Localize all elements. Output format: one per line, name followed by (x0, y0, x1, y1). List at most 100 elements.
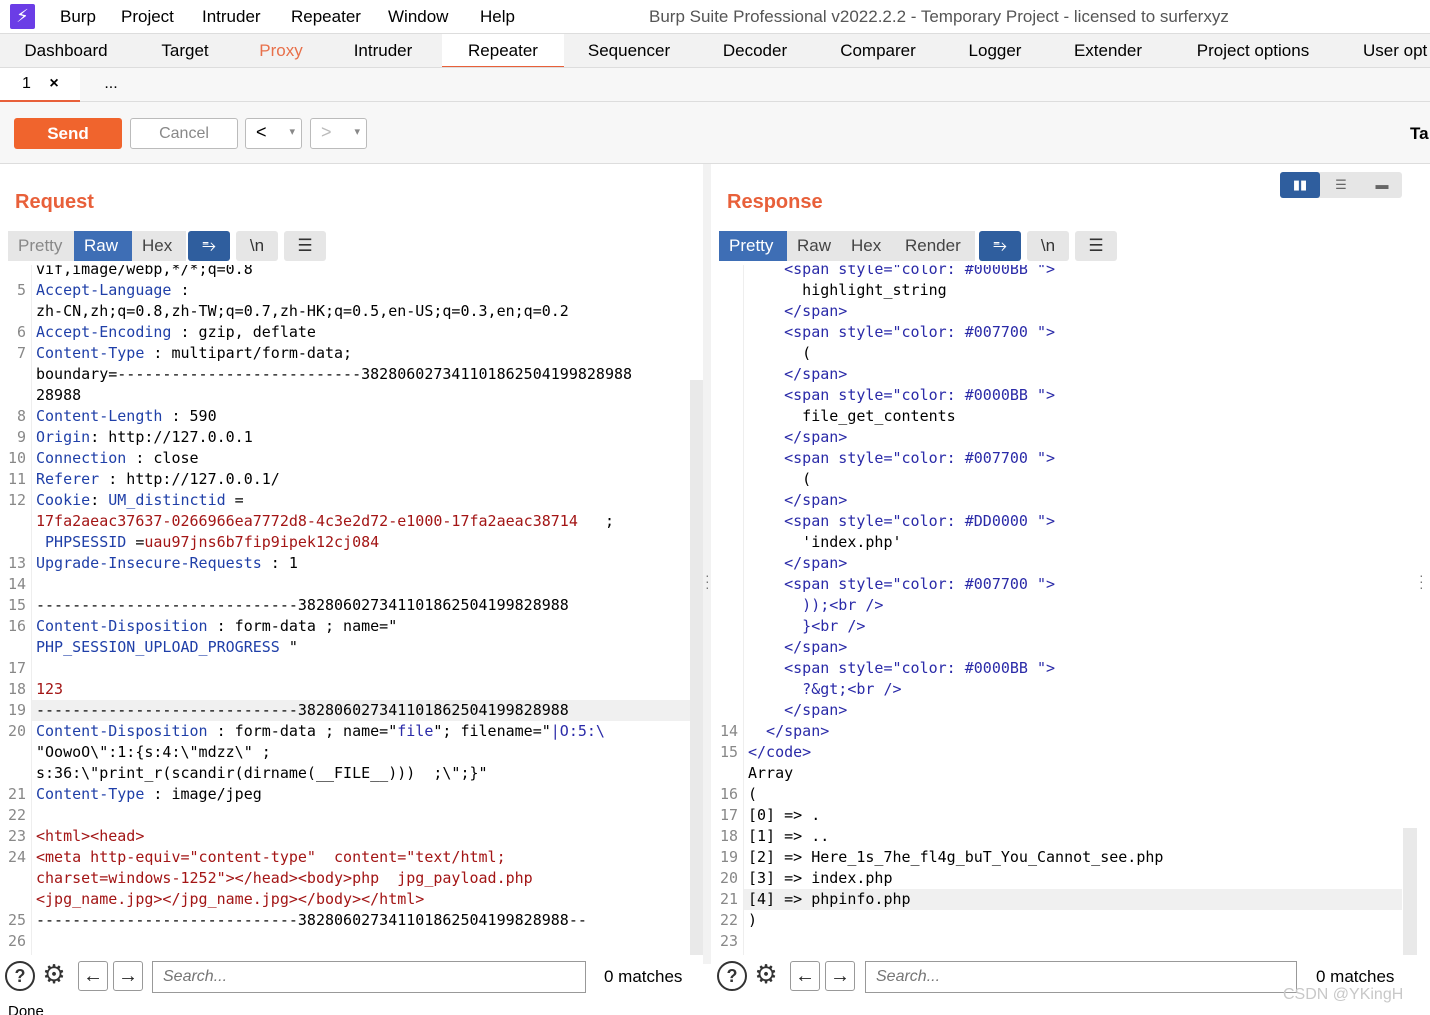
tab-dashboard[interactable]: Dashboard (0, 34, 132, 67)
tab-target[interactable]: Target (132, 34, 238, 67)
line-number: 12 (7, 491, 26, 509)
code-line: charset=windows-1252"></head><body>php j… (36, 868, 533, 889)
request-tab-pretty[interactable]: Pretty (8, 231, 74, 261)
code-token: 28988 (36, 386, 82, 404)
menu-intruder[interactable]: Intruder (202, 7, 261, 27)
menu-burp[interactable]: Burp (60, 7, 96, 27)
target-label[interactable]: Ta (1410, 124, 1429, 144)
code-token: ( (748, 470, 812, 488)
wrap-icon[interactable]: ⥱ (979, 231, 1021, 261)
request-scrollbar[interactable] (690, 380, 704, 955)
help-icon[interactable]: ? (717, 961, 747, 991)
response-tab-raw[interactable]: Raw (787, 231, 841, 261)
cancel-button[interactable]: Cancel (130, 118, 238, 149)
code-line: [2] => Here_1s_7he_fl4g_buT_You_Cannot_s… (748, 847, 1163, 868)
code-token: Content-Disposition (36, 617, 208, 635)
line-number (712, 364, 738, 385)
line-number: 18 (719, 827, 738, 845)
menu-icon[interactable]: ☰ (284, 231, 326, 261)
code-line: </span> (748, 301, 847, 322)
tab-user-options[interactable]: User opt (1363, 34, 1430, 67)
tab-logger[interactable]: Logger (940, 34, 1050, 67)
newline-icon[interactable]: \n (1027, 231, 1069, 261)
next-match-button[interactable]: → (825, 961, 855, 991)
line-number (0, 511, 26, 532)
layout-stacked-icon[interactable]: ☰ (1321, 172, 1361, 198)
tab-repeater[interactable]: Repeater (442, 34, 564, 67)
tab-comparer[interactable]: Comparer (816, 34, 940, 67)
code-line: -----------------------------38280602734… (36, 595, 569, 616)
prev-match-button[interactable]: ← (78, 961, 108, 991)
line-number: 7 (16, 344, 26, 362)
repeater-tab-1[interactable]: 1 × (0, 68, 80, 102)
code-token: <span style="color: #007700 "> (748, 449, 1056, 467)
response-search-input[interactable] (865, 961, 1297, 993)
drag-handle-icon[interactable]: · · · (705, 568, 710, 594)
next-match-button[interactable]: → (113, 961, 143, 991)
prev-match-button[interactable]: ← (790, 961, 820, 991)
back-button[interactable]: < ▾ (245, 118, 302, 149)
code-line: Accept-Encoding : gzip, deflate (36, 322, 316, 343)
tab-sequencer[interactable]: Sequencer (564, 34, 694, 67)
layout-side-by-side-icon[interactable]: ▮▮ (1280, 172, 1320, 198)
code-line: [3] => index.php (748, 868, 893, 889)
menu-icon[interactable]: ☰ (1075, 231, 1117, 261)
tab-project-options[interactable]: Project options (1166, 34, 1340, 67)
chevron-down-icon[interactable]: ▾ (289, 125, 295, 138)
tab-intruder[interactable]: Intruder (324, 34, 442, 67)
response-tab-hex[interactable]: Hex (841, 231, 895, 261)
code-token: Origin (36, 428, 91, 446)
wrap-icon[interactable]: ⥱ (188, 231, 230, 261)
tab-decoder[interactable]: Decoder (694, 34, 816, 67)
line-number: 15 (719, 743, 738, 761)
drag-handle-icon[interactable]: · · · (1419, 568, 1424, 594)
code-token: "; filename=" (433, 722, 551, 740)
gear-icon[interactable]: ⚙ (751, 961, 781, 991)
line-number: 20 (7, 722, 26, 740)
code-token: <span style="color: #007700 "> (748, 575, 1056, 593)
code-line: PHP_SESSION_UPLOAD_PROGRESS " (36, 637, 298, 658)
forward-button[interactable]: > ▾ (310, 118, 367, 149)
menu-help[interactable]: Help (480, 7, 515, 27)
response-tab-pretty[interactable]: Pretty (719, 231, 787, 261)
line-number (0, 742, 26, 763)
code-line: <meta http-equiv="content-type" content=… (36, 847, 506, 868)
chevron-down-icon[interactable]: ▾ (354, 125, 360, 138)
menu-project[interactable]: Project (121, 7, 174, 27)
code-token: : 1 (261, 554, 298, 572)
new-tab-button[interactable]: ... (80, 68, 142, 102)
response-tab-render[interactable]: Render (895, 231, 975, 261)
menu-window[interactable]: Window (388, 7, 448, 27)
line-number (712, 532, 738, 553)
code-line: <span style="color: #007700 "> (748, 574, 1055, 595)
layout-tabs-icon[interactable]: ▬ (1362, 172, 1402, 198)
response-editor[interactable]: <span style="color: #0000BB "> highlight… (712, 265, 1402, 955)
code-token: : (171, 281, 190, 299)
code-line: zh-CN,zh;q=0.8,zh-TW;q=0.7,zh-HK;q=0.5,e… (36, 301, 569, 322)
request-search-input[interactable] (152, 961, 586, 993)
code-token: Cookie (36, 491, 91, 509)
response-view-bar: Pretty Raw Hex Render ⥱ \n ☰ (719, 231, 1119, 261)
menu-repeater[interactable]: Repeater (291, 7, 361, 27)
code-token: </span> (748, 365, 848, 383)
request-tab-raw[interactable]: Raw (74, 231, 132, 261)
request-editor[interactable]: vif,image/webp,*/*;q=0.8 5 Accept-Language… (0, 265, 690, 955)
code-line: </span> (748, 637, 847, 658)
tab-extender[interactable]: Extender (1050, 34, 1166, 67)
response-scrollbar[interactable] (1403, 828, 1417, 955)
newline-icon[interactable]: \n (236, 231, 278, 261)
line-number (0, 532, 26, 553)
line-number (712, 265, 738, 280)
gear-icon[interactable]: ⚙ (39, 961, 69, 991)
status-text: Done (8, 1003, 44, 1015)
close-icon[interactable]: × (49, 75, 58, 92)
code-token: Array (748, 764, 794, 782)
code-token: -----------------------------38280602734… (36, 701, 569, 719)
request-tab-hex[interactable]: Hex (132, 231, 186, 261)
help-icon[interactable]: ? (5, 961, 35, 991)
tab-proxy[interactable]: Proxy (238, 34, 324, 67)
code-line: 17fa2aeac37637-0266966ea7772d8-4c3e2d72-… (36, 511, 614, 532)
split-divider[interactable] (703, 164, 711, 964)
code-token: Content-Length (36, 407, 163, 425)
send-button[interactable]: Send (14, 118, 122, 149)
